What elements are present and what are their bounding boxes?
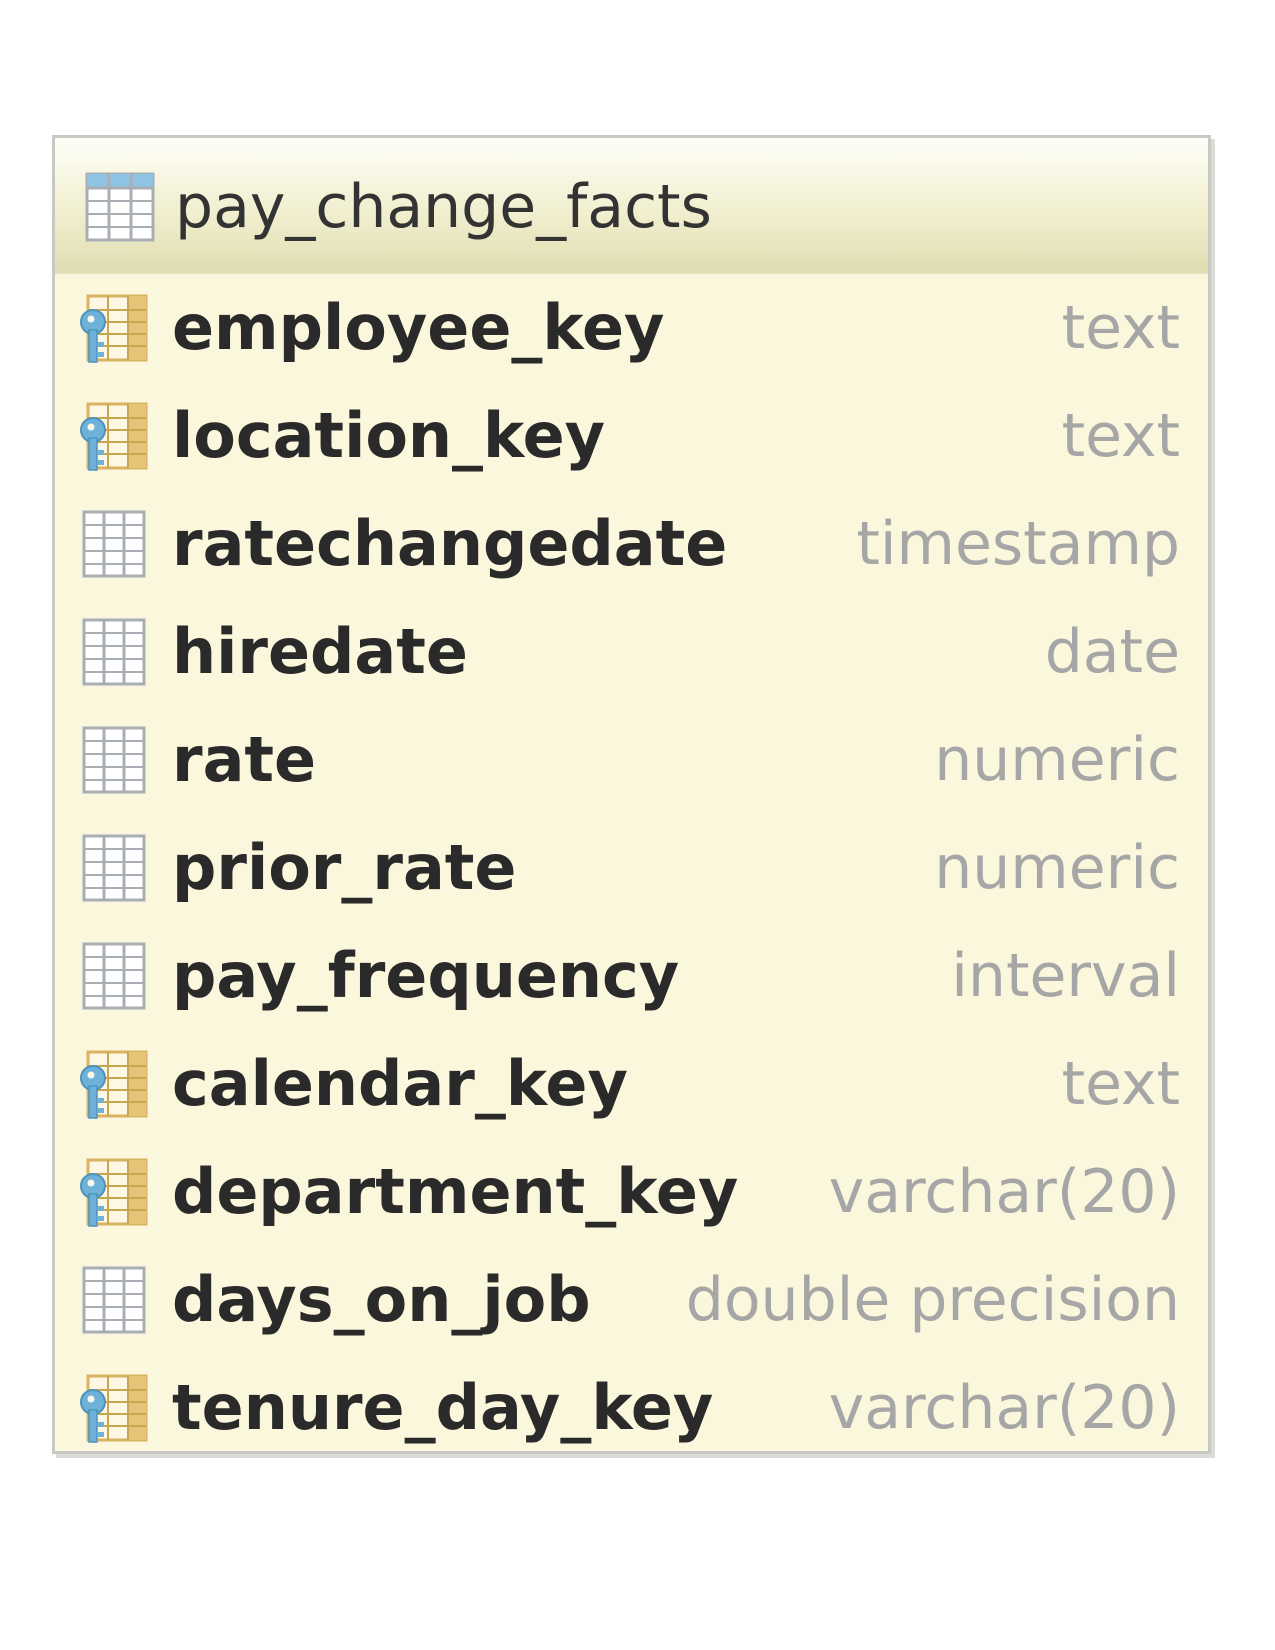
column-type: interval [951,941,1180,1011]
column-type: numeric [934,725,1180,795]
column-type: numeric [934,833,1180,903]
column-row-pay-frequency[interactable]: pay_frequency interval [55,922,1208,1030]
column-row-days-on-job[interactable]: days_on_job double precision [55,1246,1208,1354]
column-list: employee_key text location_key text ratech… [55,274,1208,1462]
column-type: double precision [685,1265,1180,1335]
table-name: pay_change_facts [175,172,712,242]
column-row-calendar-key[interactable]: calendar_key text [55,1030,1208,1138]
column-name: department_key [172,1155,739,1228]
column-name: days_on_job [172,1263,591,1336]
column-row-ratechangedate[interactable]: ratechangedate timestamp [55,490,1208,598]
column-name: hiredate [172,615,468,688]
column-type: text [1061,293,1180,363]
column-type: date [1044,617,1180,687]
key-column-icon [78,292,150,364]
column-name: employee_key [172,291,665,364]
column-row-tenure-day-key[interactable]: tenure_day_key varchar(20) [55,1354,1208,1462]
column-name: rate [172,723,317,796]
column-type: text [1061,1049,1180,1119]
column-type: text [1061,401,1180,471]
column-icon [78,832,150,904]
column-row-prior-rate[interactable]: prior_rate numeric [55,814,1208,922]
column-type: varchar(20) [828,1373,1180,1443]
column-icon [78,508,150,580]
key-column-icon [78,1048,150,1120]
column-icon [78,724,150,796]
column-row-department-key[interactable]: department_key varchar(20) [55,1138,1208,1246]
column-name: pay_frequency [172,939,680,1012]
column-name: calendar_key [172,1047,628,1120]
key-column-icon [78,1156,150,1228]
table-header[interactable]: pay_change_facts [55,138,1208,274]
table-icon [85,172,155,242]
column-icon [78,616,150,688]
column-row-rate[interactable]: rate numeric [55,706,1208,814]
column-type: timestamp [856,509,1180,579]
column-name: prior_rate [172,831,517,904]
column-name: tenure_day_key [172,1371,714,1444]
column-name: ratechangedate [172,507,728,580]
column-row-location-key[interactable]: location_key text [55,382,1208,490]
column-row-hiredate[interactable]: hiredate date [55,598,1208,706]
column-name: location_key [172,399,606,472]
table-card[interactable]: pay_change_facts employee_key text locati… [52,135,1211,1454]
column-type: varchar(20) [828,1157,1180,1227]
key-column-icon [78,400,150,472]
column-icon [78,940,150,1012]
column-icon [78,1264,150,1336]
column-row-employee-key[interactable]: employee_key text [55,274,1208,382]
key-column-icon [78,1372,150,1444]
